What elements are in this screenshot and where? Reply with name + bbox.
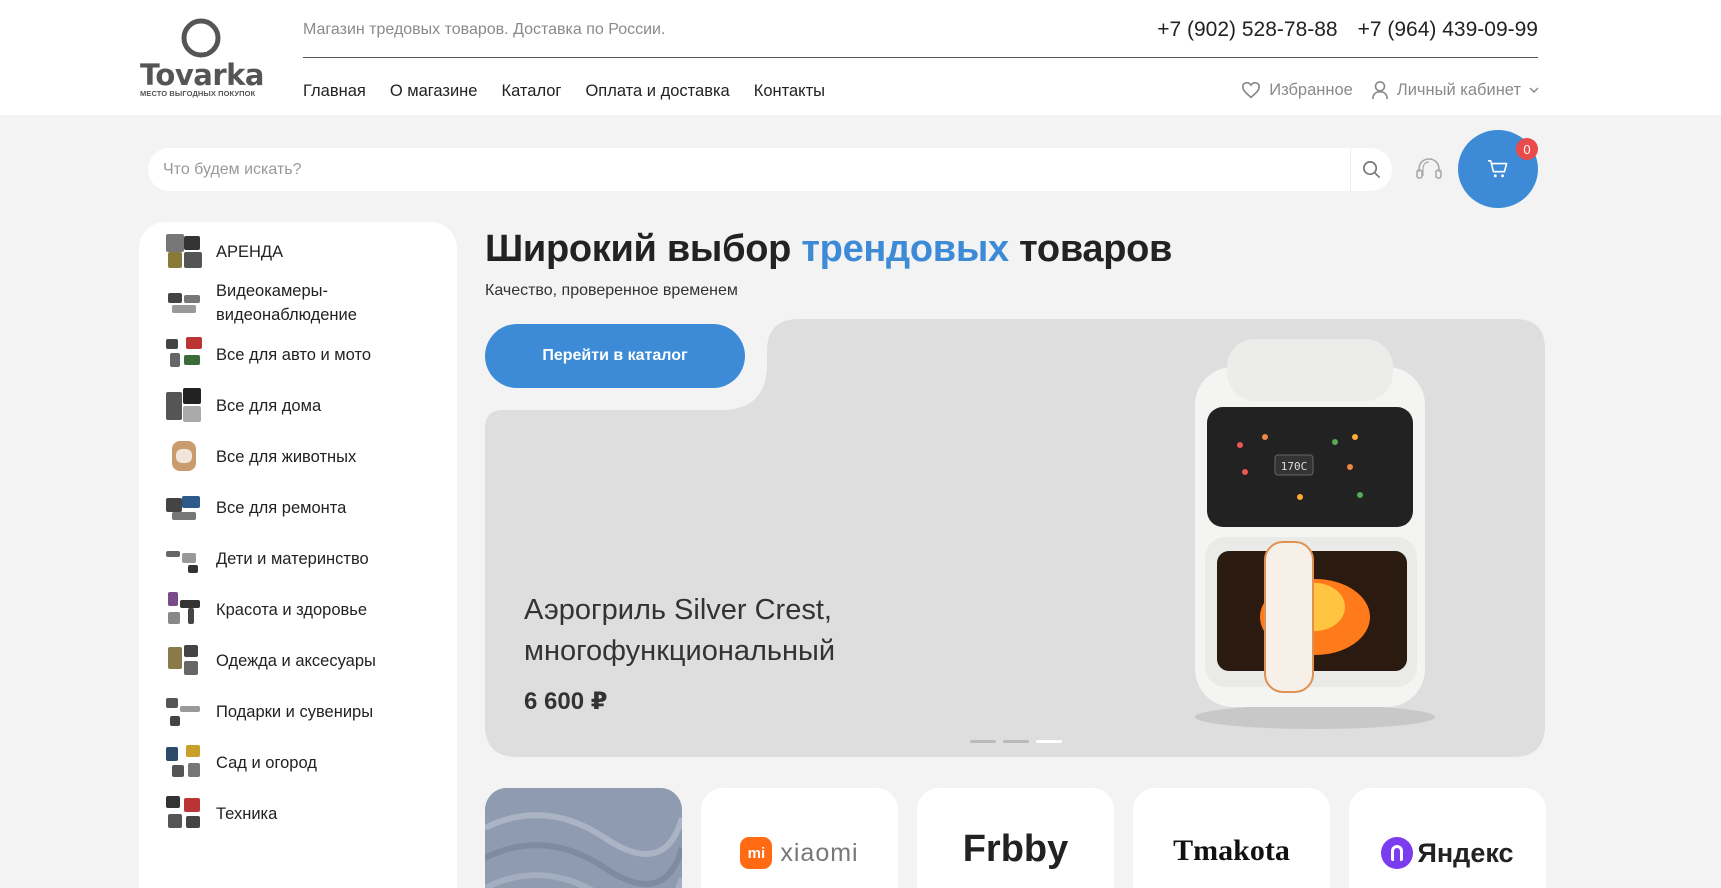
category-thumbnail bbox=[166, 490, 202, 526]
brand-tile-yandex[interactable]: Яндекс bbox=[1349, 788, 1546, 888]
category-thumbnail bbox=[166, 541, 202, 577]
nav-home[interactable]: Главная bbox=[303, 82, 366, 101]
search-bar bbox=[148, 148, 1392, 191]
category-item-cameras[interactable]: Видеокамеры-видеонаблюдение bbox=[139, 279, 457, 327]
site-header: Tovarka МЕСТО ВЫГОДНЫХ ПОКУПОК Магазин т… bbox=[0, 0, 1721, 115]
category-thumbnail bbox=[166, 285, 202, 321]
favorites-label: Избранное bbox=[1269, 80, 1353, 99]
favorites-link[interactable]: Избранное bbox=[1241, 81, 1353, 100]
category-label: Все для ремонта bbox=[216, 499, 347, 517]
category-item-clothes[interactable]: Одежда и аксесуары bbox=[139, 643, 457, 679]
nav-payment-delivery[interactable]: Оплата и доставка bbox=[585, 82, 729, 101]
category-thumbnail bbox=[166, 643, 202, 679]
phone-numbers: +7 (902) 528-78-88 +7 (964) 439-09-99 bbox=[1157, 18, 1538, 42]
category-label: Сад и огород bbox=[216, 754, 317, 772]
user-links: Избранное Личный кабинет bbox=[1241, 80, 1539, 100]
category-label: Одежда и аксесуары bbox=[216, 652, 376, 670]
category-label: Видеокамеры-видеонаблюдение bbox=[216, 282, 357, 324]
main-nav: Главная О магазине Каталог Оплата и дост… bbox=[303, 82, 825, 101]
nav-catalog[interactable]: Каталог bbox=[501, 82, 561, 101]
category-label: Дети и материнство bbox=[216, 550, 369, 568]
slider-dot-3[interactable] bbox=[1036, 740, 1062, 743]
slider-dot-1[interactable] bbox=[970, 740, 996, 743]
cart-icon bbox=[1488, 160, 1508, 178]
category-item-home[interactable]: Все для дома bbox=[139, 388, 457, 424]
promo-tile-background bbox=[485, 788, 682, 888]
category-item-gifts[interactable]: Подарки и сувениры bbox=[139, 694, 457, 730]
yandex-logo-icon bbox=[1381, 837, 1414, 869]
category-label: Красота и здоровье bbox=[216, 601, 368, 619]
search-input[interactable] bbox=[148, 148, 1350, 191]
logo-mark-icon bbox=[181, 18, 221, 58]
search-icon bbox=[1363, 161, 1381, 179]
logo-text: Tovarka bbox=[140, 58, 264, 92]
hero-title: Широкий выбор трендовых товаров bbox=[485, 228, 1173, 270]
category-item-tech[interactable]: Техника bbox=[139, 796, 457, 832]
category-item-pets[interactable]: Все для животных bbox=[139, 439, 457, 475]
category-item-repair[interactable]: Все для ремонта bbox=[139, 490, 457, 526]
heart-icon bbox=[1242, 81, 1261, 99]
category-label: Все для авто и мото bbox=[216, 346, 372, 364]
air-fryer-image: 170C bbox=[1195, 339, 1435, 729]
brand-name-frbby: Frbby bbox=[962, 828, 1069, 870]
site-tagline: Магазин тредовых товаров. Доставка по Ро… bbox=[303, 21, 666, 38]
headset-icon[interactable] bbox=[1414, 155, 1444, 185]
category-thumbnail bbox=[166, 694, 202, 730]
go-to-catalog-button[interactable]: Перейти в каталог bbox=[485, 324, 745, 388]
slide-product-name: Аэрогриль Silver Crest, многофункциональ… bbox=[524, 594, 836, 667]
category-item-kids[interactable]: Дети и материнство bbox=[139, 541, 457, 577]
category-label: Подарки и сувениры bbox=[216, 703, 374, 721]
nav-contacts[interactable]: Контакты bbox=[754, 82, 825, 101]
category-thumbnail bbox=[166, 796, 202, 832]
brand-name-tmakota: Tmakota bbox=[1173, 834, 1290, 867]
category-label: Все для дома bbox=[216, 397, 322, 415]
brand-tile-tmakota[interactable]: Tmakota bbox=[1133, 788, 1330, 888]
cart-count-badge: 0 bbox=[1516, 138, 1538, 160]
brand-tile-frbby[interactable]: Frbby bbox=[917, 788, 1114, 888]
category-label: Техника bbox=[216, 805, 278, 823]
xiaomi-logo-icon: mi bbox=[740, 837, 773, 869]
brand-name-xiaomi: xiaomi bbox=[780, 838, 859, 867]
chevron-down-icon bbox=[1529, 87, 1539, 93]
user-icon bbox=[1371, 81, 1388, 100]
slider-dots bbox=[970, 740, 1062, 743]
cart-button[interactable]: 0 bbox=[1458, 130, 1538, 208]
slider-dot-2[interactable] bbox=[1003, 740, 1029, 743]
category-item-auto[interactable]: Все для авто и мото bbox=[139, 337, 457, 373]
phone-link-1[interactable]: +7 (902) 528-78-88 bbox=[1157, 18, 1337, 42]
hero-title-accent: трендовых bbox=[801, 228, 1009, 270]
nav-about[interactable]: О магазине bbox=[390, 82, 478, 101]
logo-tagline: МЕСТО ВЫГОДНЫХ ПОКУПОК bbox=[140, 89, 256, 98]
brand-tile-xiaomi[interactable]: mi xiaomi bbox=[701, 788, 898, 888]
brand-name-yandex: Яндекс bbox=[1417, 837, 1514, 868]
category-item-garden[interactable]: Сад и огород bbox=[139, 745, 457, 781]
logo[interactable]: Tovarka МЕСТО ВЫГОДНЫХ ПОКУПОК bbox=[138, 18, 264, 100]
category-thumbnail bbox=[166, 439, 202, 475]
slide-product-price: 6 600 ₽ bbox=[524, 688, 608, 715]
category-thumbnail bbox=[166, 592, 202, 628]
header-divider bbox=[303, 57, 1538, 58]
category-item-beauty[interactable]: Красота и здоровье bbox=[139, 592, 457, 628]
account-link[interactable]: Личный кабинет bbox=[1371, 80, 1539, 100]
category-item-rent[interactable]: АРЕНДА bbox=[139, 234, 457, 270]
category-thumbnail bbox=[166, 745, 202, 781]
phone-link-2[interactable]: +7 (964) 439-09-99 bbox=[1358, 18, 1538, 42]
category-label: АРЕНДА bbox=[216, 243, 284, 261]
promo-tile[interactable] bbox=[485, 788, 682, 888]
category-thumbnail bbox=[166, 388, 202, 424]
search-button[interactable] bbox=[1350, 148, 1392, 191]
category-sidebar: АРЕНДА Видеокамеры-видеонаблюдение Все д… bbox=[139, 222, 457, 888]
account-label: Личный кабинет bbox=[1396, 80, 1521, 99]
category-thumbnail bbox=[166, 337, 202, 373]
category-thumbnail bbox=[166, 234, 202, 270]
hero-subtitle: Качество, проверенное временем bbox=[485, 282, 738, 299]
fryer-display-reading: 170C bbox=[1281, 460, 1308, 473]
category-label: Все для животных bbox=[216, 448, 357, 466]
